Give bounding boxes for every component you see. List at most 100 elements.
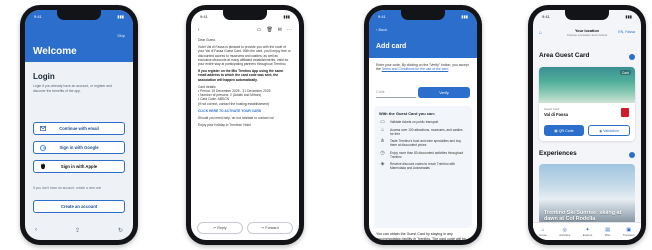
add-card-intro: Enter your code. By clicking on the "Ver…	[376, 63, 470, 72]
email-signoff: Enjoy your holiday in Trentino! Hotel	[198, 123, 251, 128]
battery-icon: ▮▮▮	[283, 14, 290, 19]
experience-card[interactable]: Trentino Ski Sunrise: skiing at dawn at …	[539, 164, 635, 228]
location-subtitle: Choose a location and content	[566, 33, 608, 37]
battery-icon: ▮▮▮	[461, 14, 468, 19]
home-screen: 9:41 ▮▮▮ ⌂ EN, Fassa Your location Choos…	[533, 10, 641, 240]
email-paragraph: Hotel Val di Fassa is pleased to provide…	[198, 45, 291, 67]
fork-knife-icon: ⋔	[380, 138, 385, 144]
trash-icon[interactable]: 🗑	[266, 27, 272, 33]
phone-notch	[565, 10, 609, 20]
tab-label: Home	[539, 232, 547, 237]
activate-card-link[interactable]: CLICK HERE TO ACTIVATE YOUR CARD	[198, 109, 292, 113]
email-actions: ↩ Reply ↪ Forward	[197, 222, 293, 234]
more-icon[interactable]: ⋯	[287, 27, 292, 33]
location-selector[interactable]: Your location Choose a location and cont…	[533, 24, 641, 44]
benefit-text: Receive discount codes to reach Trentino…	[390, 162, 456, 170]
back-label: Back	[378, 27, 388, 32]
benefit-item: ▭ Validate tickets on public transport	[379, 119, 467, 125]
phone-notch	[223, 10, 267, 20]
benefit-item: ◈ Receive discount codes to reach Trentin…	[379, 161, 467, 171]
benefit-item: ⌂ Access over 100 attractions, museums, a…	[379, 127, 467, 136]
mail-icon[interactable]: ✉	[278, 27, 282, 33]
terms-link[interactable]: Terms and Conditions for the use of the …	[382, 67, 449, 71]
skip-button[interactable]: Skip	[117, 33, 125, 38]
card-actions: ▦ QR Code ◉ Validation	[544, 125, 630, 136]
apple-button-label: Sign in with Apple	[60, 164, 98, 169]
card-tag: Card	[619, 70, 631, 75]
battery-icon: ▮▮▮	[117, 14, 124, 19]
card-image: Card	[539, 67, 635, 103]
coat-of-arms-icon	[621, 108, 629, 117]
email-screen: 9:41 ▮▮▮ ‹ ▭ 🗑 ✉ ⋯ Dear Guest, Hotel Val…	[191, 10, 299, 240]
card-place: Val di Fassa	[544, 112, 568, 117]
battery-icon: ▮▮▮	[625, 14, 632, 19]
benefits-title: With the Guest Card you can:	[379, 111, 435, 116]
continue-with-email-button[interactable]: Continue with email	[33, 122, 125, 135]
verify-button[interactable]: Verify	[418, 87, 470, 98]
guest-card[interactable]: Card Guest Card Val di Fassa ▦ QR Code ◉…	[539, 67, 635, 141]
reply-button[interactable]: ↩ Reply	[197, 222, 243, 234]
email-greeting: Dear Guest,	[198, 38, 216, 42]
share-icon[interactable]: ⇪	[75, 227, 80, 234]
archive-icon[interactable]: ▭	[257, 27, 262, 33]
welcome-title: Welcome	[33, 46, 77, 57]
login-title: Login	[33, 72, 55, 81]
ticket-icon: ▭	[380, 119, 385, 125]
tab-label: Plan	[604, 232, 611, 237]
forward-button[interactable]: ↪ Forward	[247, 222, 293, 234]
back-button[interactable]: ‹ Back	[376, 27, 387, 32]
phone-notch	[401, 10, 445, 20]
tab-home[interactable]: ⌂ Home	[539, 227, 546, 237]
benefit-text: Taste Trentino's food and wine specialti…	[390, 139, 461, 147]
tab-label: Activities	[559, 232, 571, 237]
screenshot-stage: 9:41 ▮▮▮ Skip Welcome Login Login if you…	[0, 0, 652, 250]
back-arrow-icon[interactable]: ‹	[35, 227, 37, 233]
qr-code-button[interactable]: ▦ QR Code	[544, 125, 584, 136]
email-help-text: Should you need help, do not hesitate to…	[198, 116, 274, 121]
clock-icon: ◷	[380, 149, 385, 156]
tab-transport[interactable]: ▣ Transport	[623, 227, 635, 237]
phone-home: 9:41 ▮▮▮ ⌂ EN, Fassa Your location Choos…	[528, 5, 646, 245]
email-body: Dear Guest, Hotel Val di Fassa is please…	[198, 38, 292, 130]
email-app-note: If you register on the Mio Trentino App …	[198, 69, 284, 82]
phone-email: 9:41 ▮▮▮ ‹ ▭ 🗑 ✉ ⋯ Dear Guest, Hotel Val…	[186, 5, 304, 245]
add-card-screen: 9:41 ▮▮▮ ‹ Back Add card Enter your code…	[369, 10, 477, 240]
tab-label: Transport	[622, 232, 635, 237]
section-title-experiences: Experiences	[539, 150, 577, 157]
no-account-note: If you don't have an account, create a n…	[33, 186, 102, 190]
tab-label: Explore	[582, 232, 593, 237]
tab-explore[interactable]: ✦ Explore	[583, 227, 592, 237]
google-button-label: Sign in with Google	[59, 145, 99, 150]
create-account-button[interactable]: Create an account	[33, 200, 125, 213]
phone-login: 9:41 ▮▮▮ Skip Welcome Login Login if you…	[20, 5, 138, 245]
card-detail-line: (if not correct, contact the hosting est…	[198, 101, 270, 106]
benefit-text: Validate tickets on public transport	[390, 120, 439, 124]
info-dot-icon[interactable]	[629, 152, 635, 158]
validation-button[interactable]: ◉ Validation	[588, 125, 630, 136]
status-time: 9:41	[200, 14, 208, 19]
sign-in-apple-button[interactable]: Sign in with Apple	[33, 160, 125, 173]
benefit-text: Enjoy more than 80 discounted activities…	[390, 150, 464, 159]
tag-icon: ◈	[380, 161, 385, 167]
bottom-tab-bar: ⌂ Home ◎ Activities ✦ Explore ▤ Plan ▣ Transp…	[533, 222, 641, 240]
email-button-label: Continue with email	[59, 126, 99, 131]
benefit-item: ⋔ Taste Trentino's food and wine specialt…	[379, 138, 467, 148]
reply-label: Reply	[217, 226, 227, 230]
tab-activities[interactable]: ◎ Activities	[559, 227, 570, 237]
code-input[interactable]: Code	[376, 87, 416, 98]
validation-label: Validation	[603, 128, 619, 133]
info-dot-icon[interactable]	[629, 54, 635, 60]
tab-plan[interactable]: ▤ Plan	[605, 227, 611, 237]
back-arrow-icon[interactable]: ‹	[198, 27, 200, 33]
sign-in-google-button[interactable]: Sign in with Google	[33, 141, 125, 154]
qr-label: QR Code	[558, 128, 574, 133]
section-title-guest-card: Area Guest Card	[539, 52, 590, 59]
login-description: Login if you already have an account, or…	[33, 84, 112, 93]
card-name: Guest Card	[544, 107, 560, 111]
email-toolbar: ‹ ▭ 🗑 ✉ ⋯	[191, 24, 299, 35]
benefit-item: ◷ Enjoy more than 80 discounted activitie…	[379, 149, 467, 159]
forward-label: Forward	[265, 226, 279, 230]
status-time: 9:41	[378, 14, 386, 19]
benefits-panel: With the Guest Card you can: ▭ Validate t…	[374, 106, 472, 228]
reload-icon[interactable]: ↻	[118, 227, 123, 234]
